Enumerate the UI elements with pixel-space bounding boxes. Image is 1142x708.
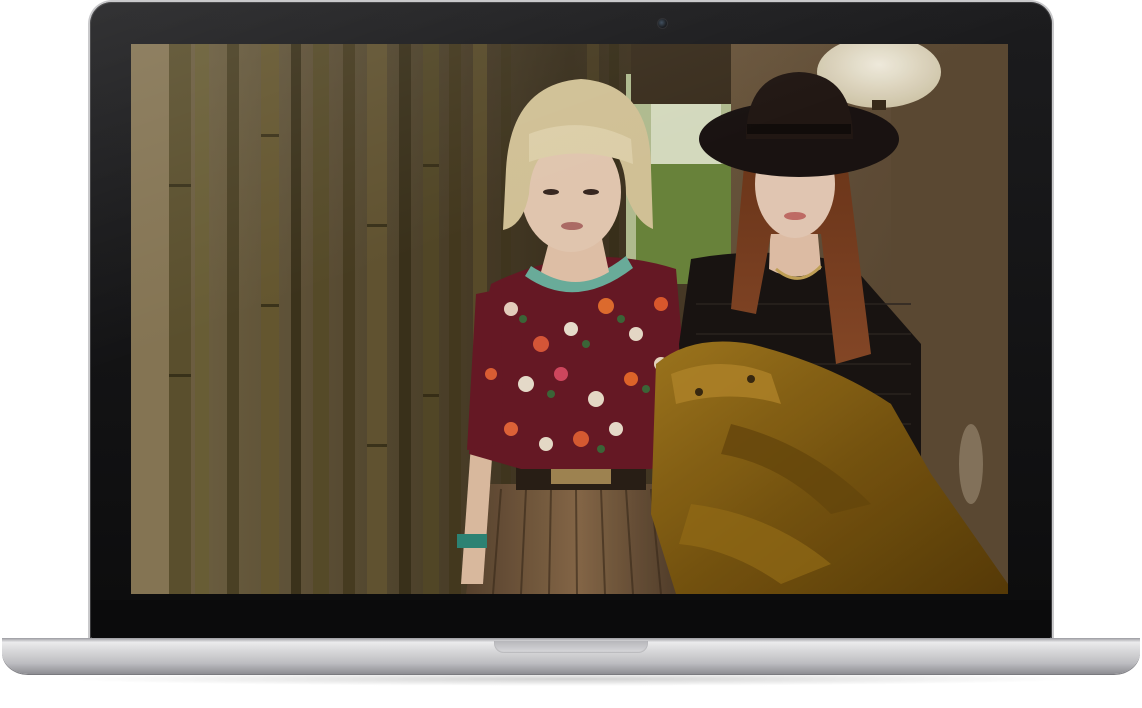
opening-notch bbox=[494, 641, 648, 653]
screen-bottom-bezel bbox=[92, 600, 1050, 638]
laptop-mockup bbox=[0, 0, 1142, 708]
camera-icon bbox=[657, 18, 668, 29]
screen bbox=[131, 44, 1008, 594]
laptop-shadow bbox=[60, 672, 1082, 686]
screen-photo bbox=[131, 44, 1008, 594]
